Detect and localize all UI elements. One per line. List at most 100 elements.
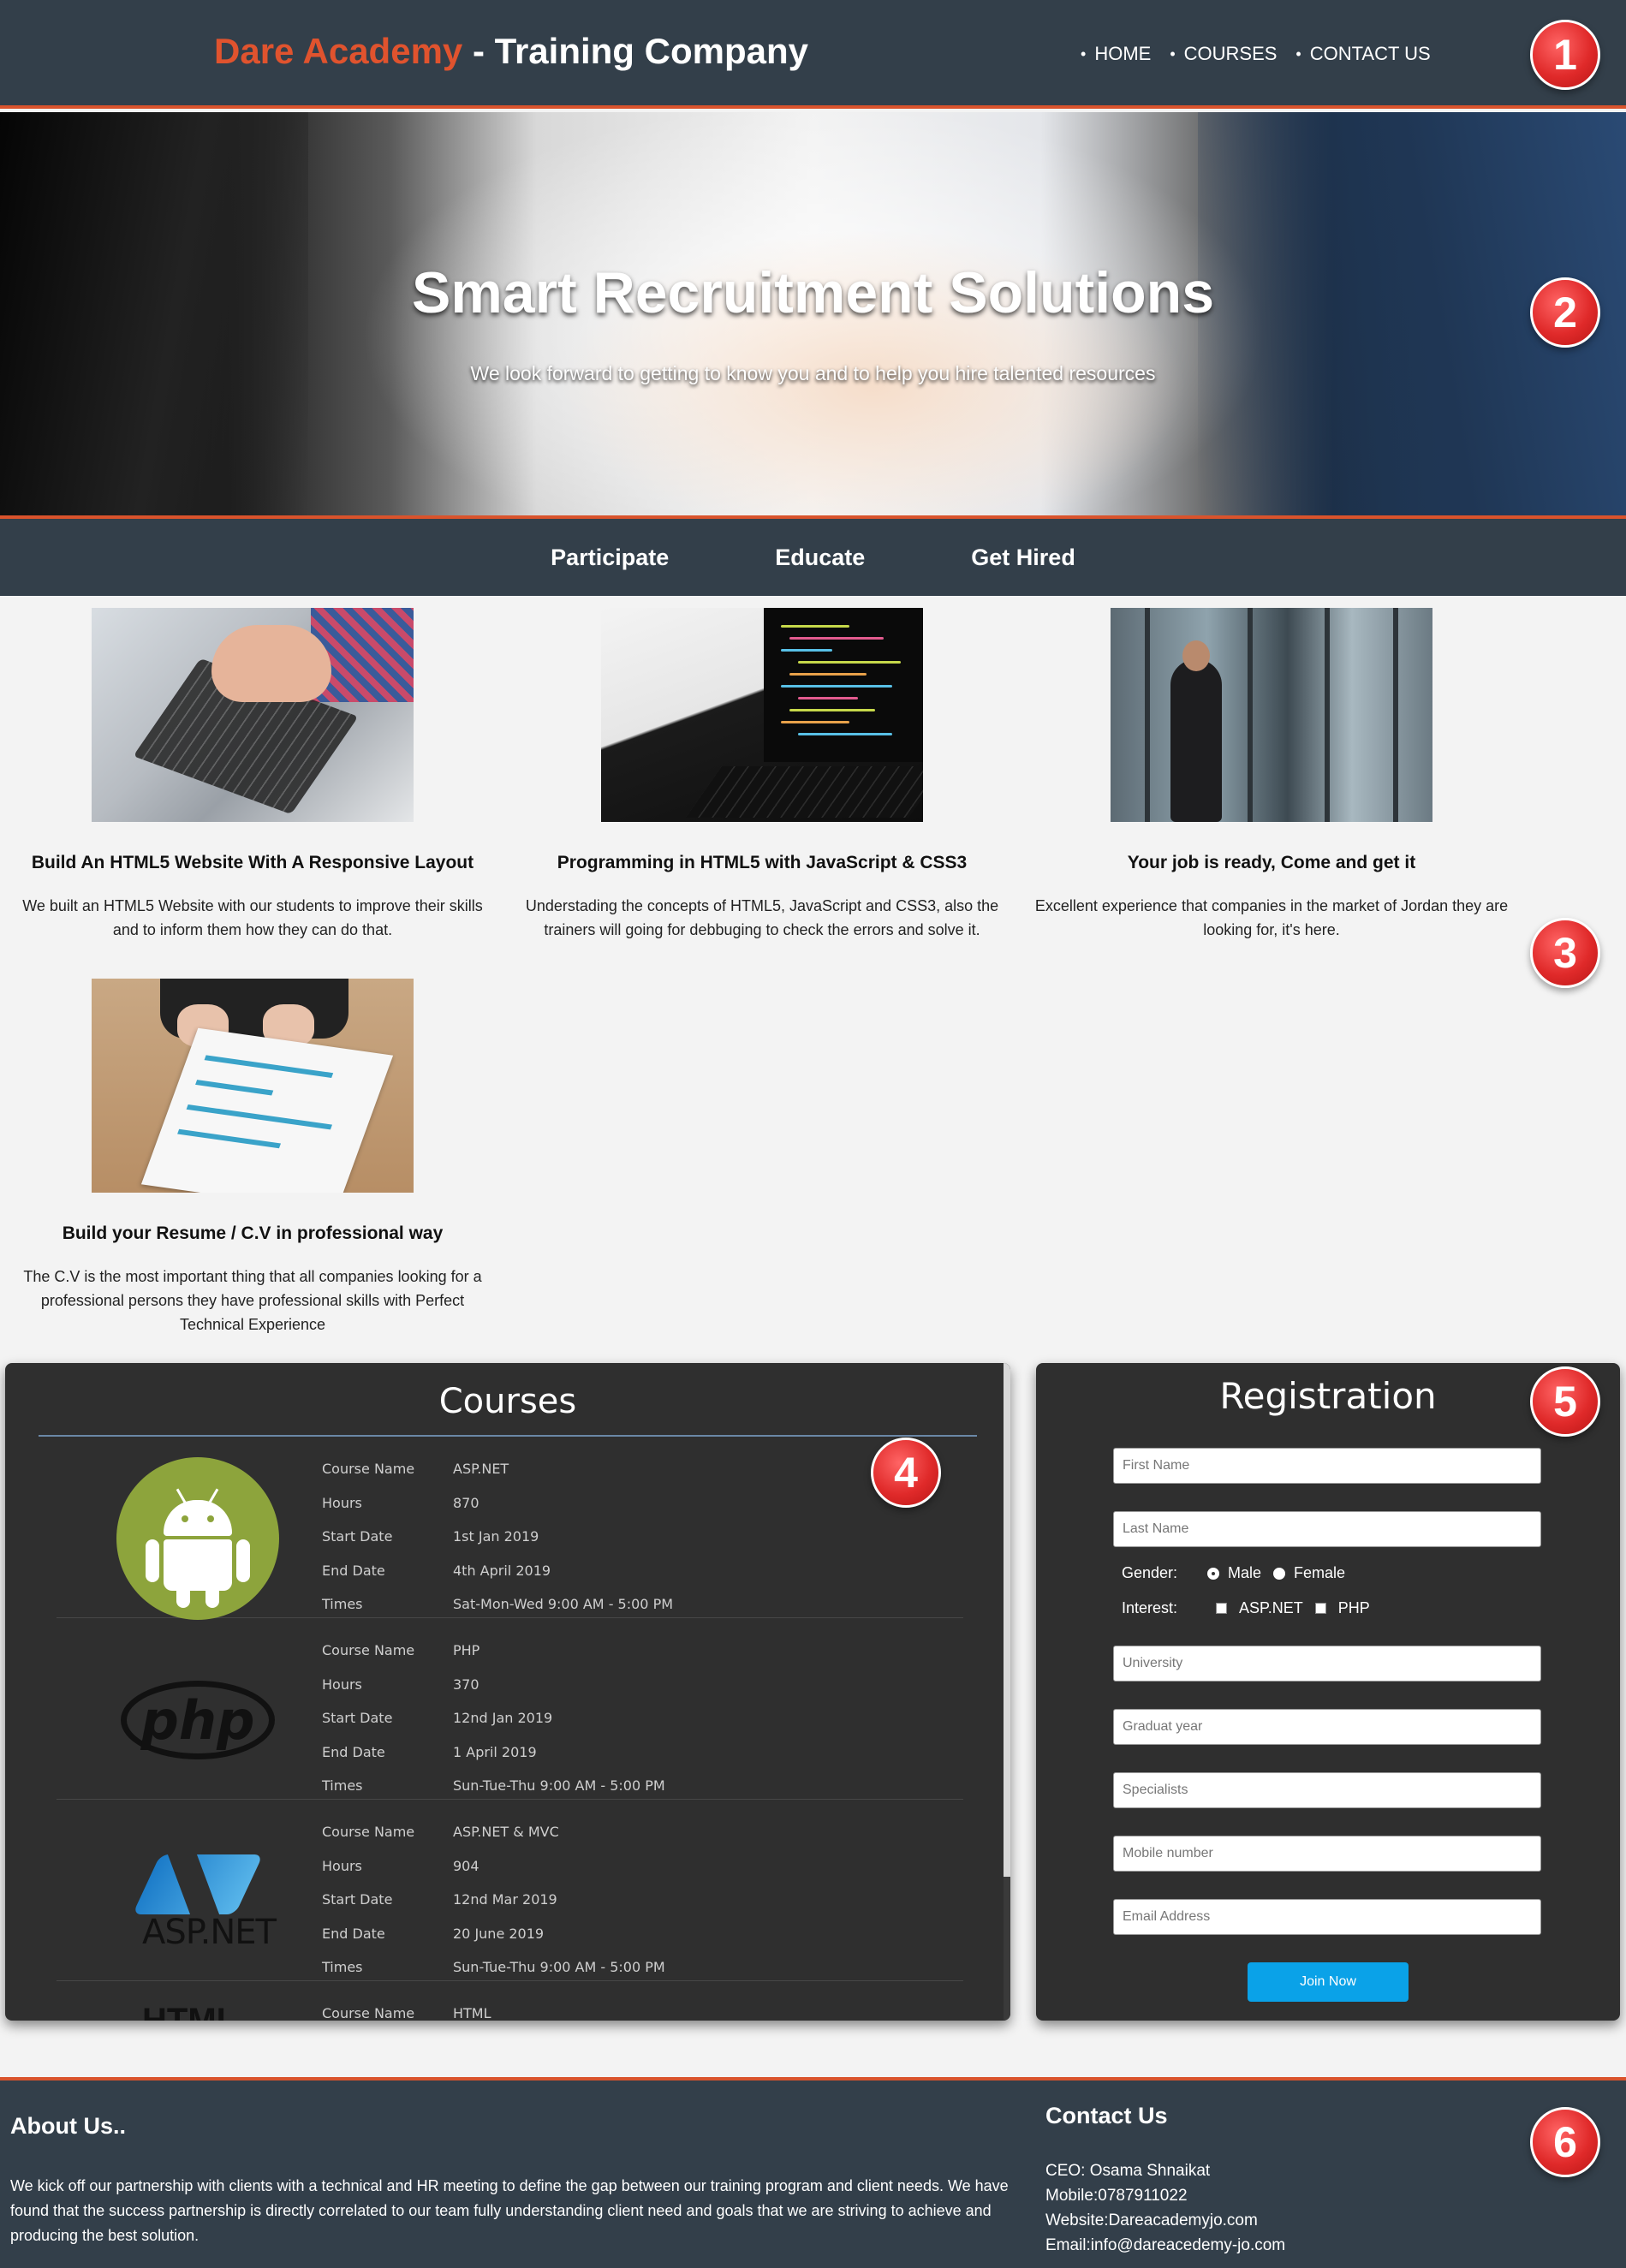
service-title: Your job is ready, Come and get it (1127, 853, 1416, 872)
course-hours: 370 (453, 1676, 479, 1693)
about-us-text: We kick off our partnership with clients… (10, 2177, 1009, 2244)
course-name: HTML (453, 2005, 491, 2021)
annotation-badge-4: 4 (871, 1438, 941, 1508)
service-text: Understading the concepts of HTML5, Java… (525, 897, 999, 938)
interest-row: Interest: ASP.NET PHP (1122, 1599, 1370, 1617)
service-card-programming: Programming in HTML5 with JavaScript & C… (509, 608, 1015, 942)
annotation-badge-5: 5 (1530, 1366, 1600, 1437)
annotation-badge-2: 2 (1530, 277, 1600, 348)
courses-title: Courses (438, 1382, 577, 1421)
university-field[interactable] (1113, 1646, 1541, 1682)
course-name: ASP.NET (453, 1461, 509, 1478)
gender-female-radio[interactable] (1273, 1567, 1286, 1580)
end-date-label: End Date (322, 1925, 385, 1942)
gender-female-label: Female (1294, 1564, 1346, 1581)
course-name-label: Course Name (322, 2005, 415, 2021)
brand-suffix: - Training Company (462, 31, 808, 71)
nav-home[interactable]: HOME (1081, 43, 1151, 65)
course-item: HTML Course Name HTML (57, 1981, 963, 2021)
site-header: Dare Academy - Training Company HOME COU… (0, 0, 1626, 109)
feature-tabs: Participate Educate Get Hired (0, 519, 1626, 596)
resume-document-image (92, 979, 414, 1193)
start-date-label: Start Date (322, 1891, 393, 1908)
course-times: Sun-Tue-Thu 9:00 AM - 5:00 PM (453, 1959, 665, 1976)
tab-get-hired[interactable]: Get Hired (918, 519, 1129, 596)
course-start-date: 12nd Jan 2019 (453, 1710, 553, 1727)
hero-subtitle: We look forward to getting to know you a… (470, 362, 1156, 384)
annotation-badge-1: 1 (1530, 20, 1600, 90)
course-details: Course Name ASP.NET & MVC Hours 904 Start … (322, 1815, 665, 1985)
main-nav: HOME COURSES CONTACT US (1081, 43, 1431, 65)
gender-male-radio[interactable] (1207, 1567, 1219, 1580)
service-card-job-ready: Your job is ready, Come and get it Excel… (1019, 608, 1524, 942)
site-brand[interactable]: Dare Academy - Training Company (214, 31, 808, 72)
interest-php-label: PHP (1337, 1599, 1370, 1616)
join-now-button[interactable]: Join Now (1248, 1962, 1409, 2002)
hero-banner: Smart Recruitment Solutions We look forw… (0, 112, 1626, 516)
registration-panel: Registration Gender: Male Female Interes… (1036, 1363, 1620, 2021)
tab-participate[interactable]: Participate (497, 519, 722, 596)
service-card-html5-website: Build An HTML5 Website With A Responsive… (0, 608, 505, 942)
courses-panel: Courses Course Name ASP.NET Hours 870 Star… (5, 1363, 1010, 2021)
course-times: Sat-Mon-Wed 9:00 AM - 5:00 PM (453, 1596, 674, 1613)
gender-male-label: Male (1228, 1564, 1262, 1581)
php-logo-text: php (121, 1681, 275, 1759)
email-address-field[interactable] (1113, 1899, 1541, 1935)
service-text: We built an HTML5 Website with our stude… (22, 897, 483, 938)
course-hours: 904 (453, 1857, 479, 1874)
contact-email[interactable]: Email:info@dareacedemy-jo.com (1045, 2233, 1285, 2258)
courses-scrollbar[interactable] (1004, 1363, 1010, 2021)
course-name: PHP (453, 1642, 480, 1659)
code-screen-image (601, 608, 923, 822)
service-text: Excellent experience that companies in t… (1034, 897, 1509, 938)
interest-aspnet-label: ASP.NET (1239, 1599, 1303, 1616)
hours-label: Hours (322, 1676, 362, 1693)
course-item: php Course Name PHP Hours 370 Start Date 12… (57, 1618, 963, 1800)
hours-label: Hours (322, 1494, 362, 1511)
last-name-field[interactable] (1113, 1511, 1541, 1547)
contact-details: CEO: Osama Shnaikat Mobile:0787911022 We… (1045, 2158, 1285, 2258)
service-title: Build your Resume / C.V in professional … (62, 1223, 444, 1243)
service-title: Build An HTML5 Website With A Responsive… (31, 853, 474, 872)
contact-ceo: CEO: Osama Shnaikat (1045, 2162, 1211, 2180)
site-footer: About Us.. We kick off our partnership w… (0, 2077, 1626, 2268)
times-label: Times (322, 1777, 363, 1795)
course-times: Sun-Tue-Thu 9:00 AM - 5:00 PM (453, 1777, 665, 1795)
about-us-title: About Us.. (10, 2113, 126, 2139)
html-logo: HTML (116, 2002, 279, 2021)
course-hours: 870 (453, 1494, 479, 1511)
tab-educate[interactable]: Educate (722, 519, 918, 596)
course-end-date: 1 April 2019 (453, 1743, 537, 1760)
office-door-image (1111, 608, 1432, 822)
course-start-date: 1st Jan 2019 (453, 1528, 539, 1545)
html-logo-text: HTML (142, 2002, 238, 2021)
scrollbar-thumb[interactable] (1004, 1363, 1010, 1877)
service-card-resume: Build your Resume / C.V in professional … (0, 979, 505, 1336)
aspnet-logo: ASP.NET (116, 1820, 279, 1983)
contact-website[interactable]: Website:Dareacademyjo.com (1045, 2208, 1285, 2233)
graduation-year-field[interactable] (1113, 1709, 1541, 1745)
interest-php-checkbox[interactable] (1314, 1603, 1326, 1614)
nav-contact-us[interactable]: CONTACT US (1295, 43, 1431, 65)
course-end-date: 4th April 2019 (453, 1562, 551, 1579)
course-details: Course Name HTML (322, 1997, 491, 2021)
course-details: Course Name PHP Hours 370 Start Date 12nd J… (322, 1634, 665, 1803)
gender-label: Gender: (1122, 1564, 1178, 1581)
course-item: ASP.NET Course Name ASP.NET & MVC Hours 90… (57, 1800, 963, 1981)
mobile-number-field[interactable] (1113, 1836, 1541, 1872)
interest-label: Interest: (1122, 1599, 1178, 1616)
nav-courses[interactable]: COURSES (1170, 43, 1278, 65)
course-name-label: Course Name (322, 1461, 415, 1478)
contact-mobile: Mobile:0787911022 (1045, 2187, 1188, 2205)
annotation-badge-6: 6 (1530, 2107, 1600, 2177)
start-date-label: Start Date (322, 1528, 393, 1545)
end-date-label: End Date (322, 1743, 385, 1760)
times-label: Times (322, 1959, 363, 1976)
course-item: Course Name ASP.NET Hours 870 Start Date 1s… (57, 1437, 963, 1620)
hours-label: Hours (322, 1857, 362, 1874)
interest-aspnet-checkbox[interactable] (1216, 1603, 1227, 1614)
course-name: ASP.NET & MVC (453, 1824, 559, 1841)
first-name-field[interactable] (1113, 1448, 1541, 1484)
specialists-field[interactable] (1113, 1772, 1541, 1808)
hero-title: Smart Recruitment Solutions (411, 260, 1215, 325)
